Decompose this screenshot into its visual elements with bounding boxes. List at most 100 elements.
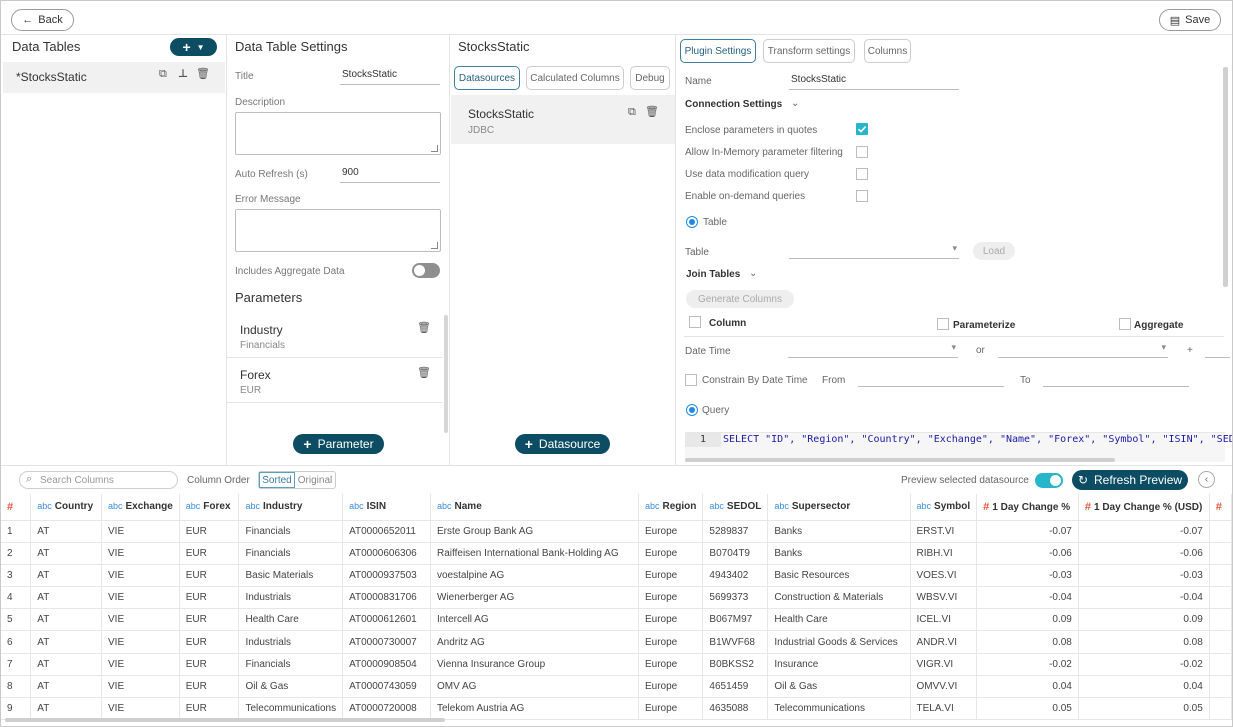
date-time-dropdown[interactable] bbox=[788, 342, 958, 358]
trash-icon[interactable]: 🗑 bbox=[196, 67, 210, 80]
save-label: Save bbox=[1185, 14, 1211, 26]
in-memory-filter-checkbox[interactable] bbox=[856, 146, 868, 158]
tab-debug[interactable]: Debug bbox=[630, 66, 670, 90]
column-header[interactable]: # bbox=[1, 494, 32, 521]
query-text[interactable]: SELECT "ID", "Region", "Country", "Excha… bbox=[723, 434, 1232, 445]
aggregate-all-checkbox[interactable] bbox=[1119, 318, 1131, 330]
table-row[interactable]: 5 AT VIE EUR Health Care AT0000612601 Intercel… bbox=[1, 608, 1233, 632]
table-cell: -0.07 bbox=[976, 520, 1079, 543]
column-header[interactable]: abc Industry bbox=[238, 494, 344, 521]
tab-calculated-columns[interactable]: Calculated Columns bbox=[526, 66, 624, 90]
sorted-option[interactable]: Sorted bbox=[259, 472, 295, 488]
column-header[interactable]: abc Symbol bbox=[910, 494, 978, 521]
column-header[interactable]: abc Country bbox=[30, 494, 102, 521]
tab-columns[interactable]: Columns bbox=[864, 39, 911, 63]
column-header[interactable]: abc SEDOL bbox=[702, 494, 769, 521]
generate-columns-button[interactable]: Generate Columns bbox=[686, 290, 794, 308]
table-cell: RIBH.VI bbox=[910, 542, 978, 565]
parameter-item[interactable]: Industry Financials 🗑 bbox=[227, 313, 443, 358]
to-label: To bbox=[1020, 375, 1031, 386]
add-parameter-button[interactable]: + Parameter bbox=[293, 434, 384, 454]
table-row[interactable]: 1 AT VIE EUR Financials AT0000652011 Erste Gro… bbox=[1, 520, 1233, 543]
table-cell: VIGR.VI bbox=[910, 653, 978, 676]
trash-icon[interactable]: 🗑 bbox=[417, 366, 431, 379]
auto-refresh-input[interactable]: 900 bbox=[340, 167, 440, 183]
divider bbox=[684, 336, 1224, 337]
column-header[interactable]: abc Supersector bbox=[767, 494, 911, 521]
collapse-icon[interactable]: ‹ bbox=[1198, 471, 1215, 488]
add-datasource-button[interactable]: + Datasource bbox=[515, 434, 610, 454]
parameters-scrollbar[interactable] bbox=[444, 315, 448, 433]
table-row[interactable]: 8 AT VIE EUR Oil & Gas AT0000743059 OMV AG Euro… bbox=[1, 675, 1233, 699]
query-radio[interactable] bbox=[686, 404, 698, 416]
table-row[interactable]: 4 AT VIE EUR Industrials AT0000831706 Wienerbe… bbox=[1, 586, 1233, 610]
table-cell: voestalpine AG bbox=[430, 564, 639, 588]
save-button[interactable]: ▤ Save bbox=[1159, 9, 1221, 31]
preview-toggle[interactable] bbox=[1035, 473, 1063, 488]
date-time-format-dropdown[interactable] bbox=[998, 342, 1168, 358]
copy-icon[interactable]: ⧉ bbox=[628, 106, 636, 119]
tab-transform-settings[interactable]: Transform settings bbox=[763, 39, 855, 63]
table-row[interactable]: 2 AT VIE EUR Financials AT0000606306 Raiffeise… bbox=[1, 542, 1233, 565]
table-radio[interactable] bbox=[686, 216, 698, 228]
text-type-icon: abc bbox=[108, 501, 123, 512]
original-option[interactable]: Original bbox=[295, 472, 335, 488]
table-cell: EUR bbox=[179, 630, 240, 654]
or-label: or bbox=[976, 345, 985, 356]
table-cell: EUR bbox=[179, 586, 240, 610]
data-modification-checkbox[interactable] bbox=[856, 168, 868, 180]
copy-icon[interactable]: ⧉ bbox=[159, 68, 167, 81]
parameterize-all-checkbox[interactable] bbox=[937, 318, 949, 330]
trash-icon[interactable]: 🗑 bbox=[417, 321, 431, 334]
table-cell: AT bbox=[30, 630, 102, 654]
constrain-checkbox[interactable] bbox=[685, 374, 697, 386]
refresh-preview-button[interactable]: ↻ Refresh Preview bbox=[1072, 470, 1188, 490]
trash-icon[interactable]: 🗑 bbox=[645, 105, 659, 118]
datasource-item[interactable]: StocksStatic JDBC ⧉ 🗑 bbox=[451, 95, 675, 144]
export-icon[interactable]: ⊥ bbox=[178, 67, 188, 80]
column-header[interactable]: # bbox=[1209, 494, 1233, 521]
column-header[interactable]: abc ISIN bbox=[342, 494, 431, 521]
tab-plugin-settings[interactable]: Plugin Settings bbox=[680, 39, 756, 63]
title-input[interactable]: StocksStatic bbox=[340, 69, 440, 85]
data-table-item[interactable]: *StocksStatic ⧉ ⊥ 🗑 bbox=[3, 62, 225, 93]
chevron-down-icon[interactable]: ⌄ bbox=[749, 268, 757, 279]
select-all-columns-checkbox[interactable] bbox=[689, 316, 701, 328]
table-cell bbox=[1209, 675, 1233, 699]
table-row[interactable]: 3 AT VIE EUR Basic Materials AT0000937503 voes… bbox=[1, 564, 1233, 588]
column-header[interactable]: abc Region bbox=[638, 494, 704, 521]
settings-title: Data Table Settings bbox=[235, 39, 348, 54]
table-row[interactable]: 9 AT VIE EUR Telecommunications AT0000720008 T… bbox=[1, 697, 1233, 721]
to-input[interactable] bbox=[1043, 371, 1189, 387]
column-header[interactable]: abc Exchange bbox=[101, 494, 180, 521]
column-header[interactable]: #1 Day Change % bbox=[976, 494, 1079, 521]
description-textarea[interactable] bbox=[235, 112, 441, 155]
column-header[interactable]: abc Name bbox=[430, 494, 639, 521]
from-input[interactable] bbox=[858, 371, 1004, 387]
table-dropdown[interactable] bbox=[789, 243, 959, 259]
parameter-value: EUR bbox=[240, 385, 262, 396]
query-scrollbar[interactable] bbox=[685, 458, 1115, 462]
load-button[interactable]: Load bbox=[973, 242, 1015, 260]
back-button[interactable]: ← Back bbox=[11, 9, 74, 31]
aggregate-toggle[interactable] bbox=[412, 263, 440, 278]
search-columns-input[interactable]: ⌕ Search Columns bbox=[19, 471, 178, 489]
column-name: Symbol bbox=[934, 501, 971, 513]
name-input[interactable]: StocksStatic bbox=[789, 74, 959, 90]
on-demand-checkbox[interactable] bbox=[856, 190, 868, 202]
offset-input[interactable] bbox=[1205, 342, 1230, 358]
tab-datasources[interactable]: Datasources bbox=[454, 66, 520, 90]
plugin-scrollbar[interactable] bbox=[1223, 67, 1228, 287]
table-row[interactable]: 6 AT VIE EUR Industrials AT0000730007 Andritz … bbox=[1, 630, 1233, 654]
top-bar: ← Back ▤ Save bbox=[1, 1, 1232, 35]
query-editor[interactable]: 1 SELECT "ID", "Region", "Country", "Exc… bbox=[685, 432, 1232, 462]
chevron-down-icon[interactable]: ⌄ bbox=[791, 98, 799, 109]
enclose-params-checkbox[interactable] bbox=[856, 123, 868, 135]
parameter-item[interactable]: Forex EUR 🗑 bbox=[227, 358, 443, 403]
column-header[interactable]: #1 Day Change % (USD) bbox=[1078, 494, 1210, 521]
table-scrollbar[interactable] bbox=[5, 718, 445, 722]
column-header[interactable]: abc Forex bbox=[179, 494, 240, 521]
add-table-button[interactable]: + ▼ bbox=[170, 38, 217, 56]
table-row[interactable]: 7 AT VIE EUR Financials AT0000908504 Vienna In… bbox=[1, 653, 1233, 676]
error-message-textarea[interactable] bbox=[235, 209, 441, 252]
